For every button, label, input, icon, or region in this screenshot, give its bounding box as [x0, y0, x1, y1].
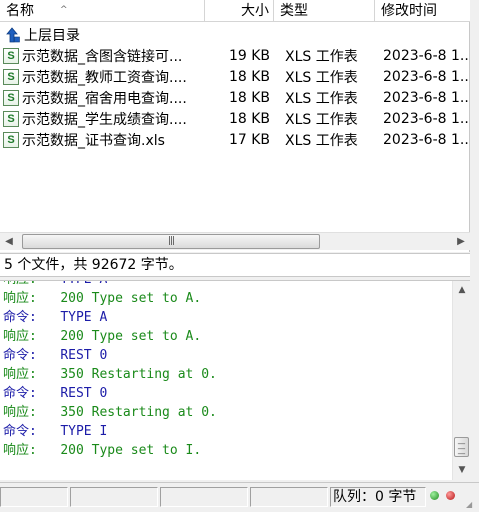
log-line: 响应: 350 Restarting at 0. — [3, 365, 217, 384]
file-list: 上层目录 S 示范数据_含图含链接可... 19 KB XLS 工作表 2023-… — [0, 24, 470, 150]
xls-file-icon: S — [3, 89, 19, 106]
column-name-label: 名称 — [6, 3, 34, 19]
status-pane — [250, 487, 328, 507]
log-line-text: 200 Type set to A. — [60, 329, 202, 344]
log-line-label: 响应: — [3, 329, 37, 344]
log-line-text: REST 0 — [60, 348, 108, 363]
activity-indicator-icon — [446, 491, 455, 500]
file-name: 示范数据_宿舍用电查询.... — [22, 90, 187, 107]
log-line-text: TYPE A — [60, 310, 108, 325]
parent-dir-row[interactable]: 上层目录 — [0, 24, 470, 45]
file-type: XLS 工作表 — [285, 111, 358, 128]
log-line-text: TYPE A — [60, 281, 107, 287]
log-line-label: 命令: — [3, 348, 37, 363]
file-size: 17 KB — [228, 131, 270, 148]
file-modified: 2023-6-8 1... — [383, 47, 470, 64]
file-type: XLS 工作表 — [285, 132, 358, 149]
queue-status: 队列：0 字节 — [330, 487, 426, 507]
scroll-up-arrow-icon[interactable]: ▲ — [453, 281, 470, 299]
file-modified: 2023-6-8 1... — [383, 131, 470, 148]
message-log: 响应: TYPE A响应: 200 Type set to A.命令: TYPE… — [3, 281, 217, 460]
file-modified: 2023-6-8 1... — [383, 89, 470, 106]
column-header-row: 名称 ^ 大小 类型 修改时间 — [0, 0, 470, 22]
sort-indicator-icon: ^ — [60, 5, 68, 15]
log-line-text: 350 Restarting at 0. — [60, 367, 217, 382]
file-type: XLS 工作表 — [285, 69, 358, 86]
parent-dir-icon — [3, 26, 21, 44]
xls-file-icon: S — [3, 47, 19, 64]
file-name: 示范数据_学生成绩查询.... — [22, 111, 187, 128]
horizontal-scrollbar[interactable]: ◀ ||| ▶ — [0, 232, 470, 250]
file-size: 18 KB — [228, 68, 270, 85]
online-indicator-icon — [430, 491, 439, 500]
file-type: XLS 工作表 — [285, 48, 358, 65]
log-line-text: TYPE I — [60, 424, 108, 439]
column-header-modified[interactable]: 修改时间 — [375, 0, 470, 22]
scroll-left-arrow-icon[interactable]: ◀ — [0, 233, 18, 251]
log-line: 命令: REST 0 — [3, 384, 217, 403]
log-line: 命令: TYPE A — [3, 308, 217, 327]
file-name: 示范数据_证书查询.xls — [22, 132, 165, 149]
log-line: 响应: TYPE A — [3, 281, 217, 289]
message-log-panel: 响应: TYPE A响应: 200 Type set to A.命令: TYPE… — [0, 280, 470, 480]
log-line-label: 命令: — [3, 310, 37, 325]
log-line: 响应: 200 Type set to I. — [3, 441, 217, 460]
log-line-label: 响应: — [3, 443, 37, 458]
column-header-type[interactable]: 类型 — [274, 0, 375, 22]
xls-file-icon: S — [3, 131, 19, 148]
xls-file-icon: S — [3, 110, 19, 127]
scroll-down-arrow-icon[interactable]: ▼ — [453, 461, 470, 479]
log-line-text: 200 Type set to I. — [60, 443, 202, 458]
file-row[interactable]: S 示范数据_含图含链接可... 19 KB XLS 工作表 2023-6-8 1… — [0, 45, 470, 66]
status-pane — [0, 487, 68, 507]
xls-file-icon: S — [3, 68, 19, 85]
file-list-panel: 名称 ^ 大小 类型 修改时间 上层目录 S 示范数据_含图含链接可... 19 … — [0, 0, 470, 252]
status-bar: 队列：0 字节 ◢ — [0, 482, 479, 512]
file-name: 示范数据_教师工资查询.... — [22, 69, 187, 86]
vertical-scrollbar[interactable]: ▲ — — — ▼ — [452, 281, 470, 480]
log-line-label: 命令: — [3, 424, 37, 439]
directory-summary: 5 个文件，共 92672 字节。 — [0, 253, 470, 277]
log-line-text: REST 0 — [60, 386, 108, 401]
log-line-label: 响应: — [3, 281, 37, 287]
log-line: 响应: 200 Type set to A. — [3, 289, 217, 308]
file-name: 示范数据_含图含链接可... — [22, 48, 183, 65]
file-type: XLS 工作表 — [285, 90, 358, 107]
file-modified: 2023-6-8 1... — [383, 110, 470, 127]
log-line-label: 命令: — [3, 386, 37, 401]
parent-dir-label: 上层目录 — [24, 27, 80, 44]
log-line-label: 响应: — [3, 405, 37, 420]
scroll-right-arrow-icon[interactable]: ▶ — [452, 233, 470, 251]
file-row[interactable]: S 示范数据_学生成绩查询.... 18 KB XLS 工作表 2023-6-8 … — [0, 108, 470, 129]
log-line: 命令: REST 0 — [3, 346, 217, 365]
status-pane — [160, 487, 248, 507]
vertical-scroll-thumb[interactable]: — — — — [454, 437, 469, 458]
log-line: 命令: TYPE I — [3, 422, 217, 441]
resize-grip-icon[interactable]: ◢ — [466, 499, 478, 511]
log-line: 响应: 200 Type set to A. — [3, 327, 217, 346]
file-modified: 2023-6-8 1... — [383, 68, 470, 85]
status-pane — [70, 487, 158, 507]
log-line-label: 响应: — [3, 291, 37, 306]
log-line: 响应: 350 Restarting at 0. — [3, 403, 217, 422]
horizontal-scroll-thumb[interactable]: ||| — [22, 234, 320, 249]
log-line-label: 响应: — [3, 367, 37, 382]
file-size: 18 KB — [228, 110, 270, 127]
file-row[interactable]: S 示范数据_证书查询.xls 17 KB XLS 工作表 2023-6-8 1.… — [0, 129, 470, 150]
column-header-name[interactable]: 名称 ^ — [0, 0, 205, 22]
log-line-text: 200 Type set to A. — [60, 291, 202, 306]
column-header-size[interactable]: 大小 — [205, 0, 274, 22]
file-row[interactable]: S 示范数据_教师工资查询.... 18 KB XLS 工作表 2023-6-8 … — [0, 66, 470, 87]
log-line-text: 350 Restarting at 0. — [60, 405, 217, 420]
file-size: 19 KB — [228, 47, 270, 64]
file-row[interactable]: S 示范数据_宿舍用电查询.... 18 KB XLS 工作表 2023-6-8 … — [0, 87, 470, 108]
file-size: 18 KB — [228, 89, 270, 106]
